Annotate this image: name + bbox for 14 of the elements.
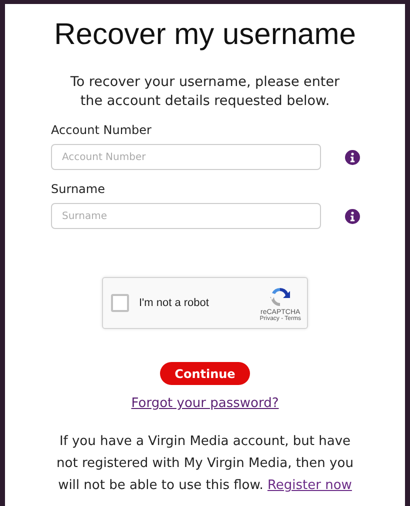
info-icon[interactable] bbox=[345, 150, 360, 164]
continue-button[interactable]: Continue bbox=[160, 362, 250, 385]
input-field[interactable]: Surname bbox=[51, 203, 321, 229]
page-title: Recover my username bbox=[54, 18, 356, 52]
intro-text: To recover your username, please enter the account details requested below. bbox=[69, 73, 341, 111]
checkbox-label: I'm not a robot bbox=[139, 297, 210, 309]
info-icon[interactable] bbox=[345, 208, 360, 224]
checkbox[interactable] bbox=[111, 294, 129, 312]
register-link[interactable]: Register now bbox=[267, 478, 352, 493]
field-label: Account Number bbox=[51, 123, 152, 137]
input-field[interactable]: Account Number bbox=[51, 144, 321, 170]
notice-text: If you have a Virgin Media account, but have not registered with My Virgin Media, then you will not be able to use this flow. Register now bbox=[56, 433, 354, 495]
field-label: Surname bbox=[51, 182, 106, 196]
forgot-password-link[interactable]: Forgot your password? bbox=[131, 396, 279, 411]
